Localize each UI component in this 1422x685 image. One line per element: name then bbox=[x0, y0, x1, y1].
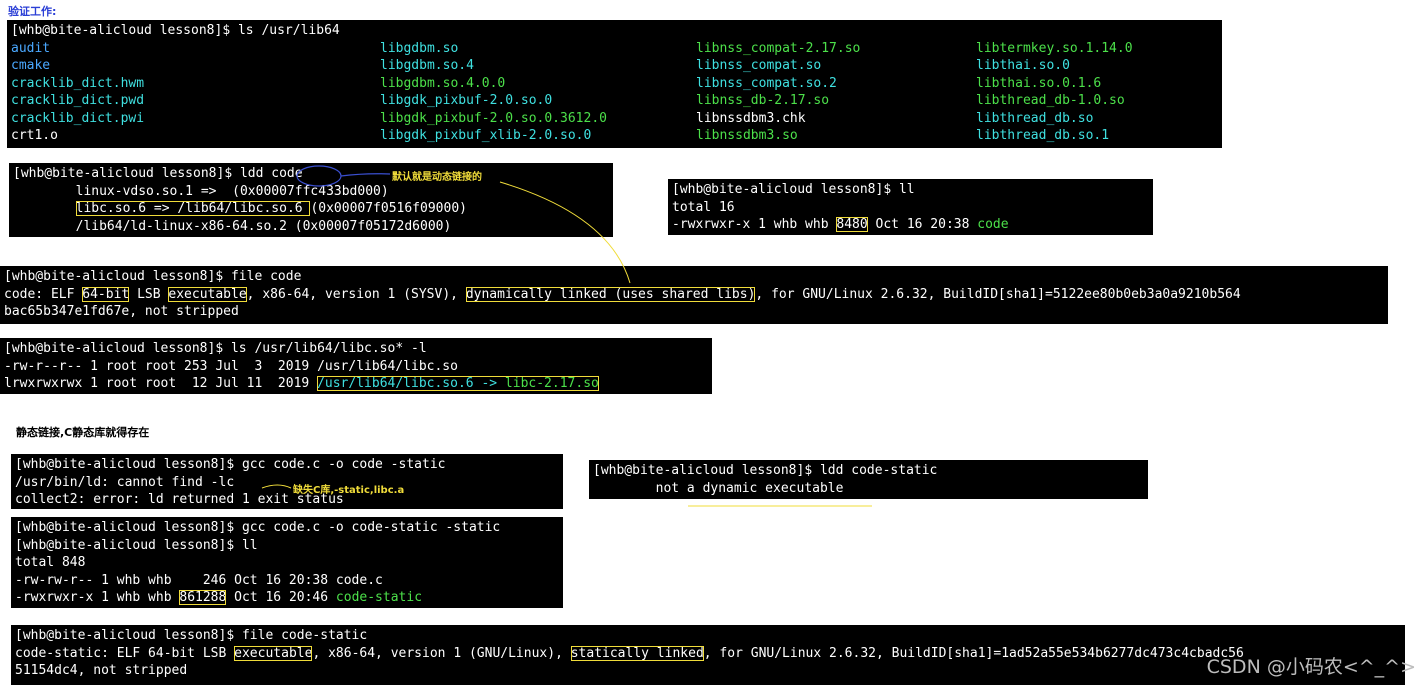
output-line: total 848 bbox=[15, 555, 86, 570]
output-line: linux-vdso.so.1 => (0x00007ffc433bd000) bbox=[13, 183, 389, 199]
prompt-line: [whb@bite-alicloud lesson8]$ ll bbox=[15, 537, 258, 553]
date: Oct 16 20:46 bbox=[226, 590, 336, 605]
file-entry: cracklib_dict.hwm bbox=[11, 75, 145, 91]
terminal-ls-libc[interactable]: [whb@bite-alicloud lesson8]$ ls /usr/lib… bbox=[0, 338, 712, 394]
symlink-name: /usr/lib64/libc.so.6 -> bbox=[317, 376, 505, 391]
prompt-line: [whb@bite-alicloud lesson8]$ file code-s… bbox=[15, 628, 368, 643]
text-segment: lrwxrwxrwx 1 root root 12 Jul 11 2019 bbox=[4, 376, 318, 391]
error-line: /usr/bin/ld: cannot find -lc bbox=[15, 474, 235, 490]
prompt-line: [whb@bite-alicloud lesson8]$ ldd code bbox=[13, 166, 303, 181]
highlight-64bit: 64-bit bbox=[82, 286, 130, 302]
highlight-executable: executable bbox=[168, 286, 247, 302]
listing-column-1: audit cmake cracklib_dict.hwm cracklib_d… bbox=[11, 40, 380, 145]
highlight-size: 861288 bbox=[179, 590, 227, 605]
terminal-gcc-static-ll[interactable]: [whb@bite-alicloud lesson8]$ gcc code.c … bbox=[11, 517, 563, 608]
caption-verify: 验证工作: bbox=[8, 5, 57, 18]
text-segment: code: ELF bbox=[4, 286, 83, 302]
output-line: 51154dc4, not stripped bbox=[15, 663, 188, 678]
dir-entry: cmake bbox=[11, 58, 51, 73]
terminal-ls-lib64[interactable]: [whb@bite-alicloud lesson8]$ ls /usr/lib… bbox=[7, 20, 1222, 148]
highlight-dynamic: dynamically linked (uses shared libs) bbox=[465, 286, 756, 302]
annotation-missing-libc: 缺失C库,-static,libc.a bbox=[293, 485, 405, 496]
output-line: not a dynamic executable bbox=[593, 480, 844, 496]
highlight-symlink: /usr/lib64/libc.so.6 -> libc-2.17.so bbox=[317, 376, 599, 391]
file-entry: libnss_compat.so.2 bbox=[696, 75, 837, 91]
file-entry: libthread_db.so.1 bbox=[976, 128, 1110, 143]
output-line: total 16 bbox=[672, 199, 735, 215]
highlight-executable: executable bbox=[234, 645, 313, 661]
terminal-ll-code[interactable]: [whb@bite-alicloud lesson8]$ ll total 16… bbox=[668, 179, 1153, 235]
date: Oct 16 20:38 bbox=[867, 217, 978, 232]
listing-column-2: libgdbm.so libgdbm.so.4 libgdbm.so.4.0.0… bbox=[380, 40, 696, 145]
annotation-dynamic-default: 默认就是动态链接的 bbox=[392, 172, 482, 183]
terminal-gcc-static-error[interactable]: [whb@bite-alicloud lesson8]$ gcc code.c … bbox=[11, 454, 563, 509]
symlink-target: libc-2.17.so bbox=[504, 376, 599, 391]
file-entry: libgdk_pixbuf_xlib-2.0.so.0 bbox=[380, 128, 592, 143]
file-entry: libthai.so.0 bbox=[976, 58, 1070, 73]
permissions: -rwxrwxr-x 1 whb whb bbox=[672, 217, 837, 232]
prompt-line: [whb@bite-alicloud lesson8]$ file code bbox=[4, 269, 302, 284]
output-line: libc.so.6 => /lib64/libc.so.6 (0x00007f0… bbox=[13, 200, 609, 218]
text-segment: , x86-64, version 1 (GNU/Linux), bbox=[312, 645, 571, 661]
file-entry: libgdbm.so bbox=[380, 40, 459, 56]
permissions: -rwxrwxr-x 1 whb whb bbox=[15, 590, 180, 605]
text-segment: , x86-64, version 1 (SYSV), bbox=[246, 286, 466, 302]
file-entry: libnss_compat.so bbox=[696, 58, 822, 73]
text-segment: LSB bbox=[129, 286, 169, 302]
file-entry: libthai.so.0.1.6 bbox=[976, 75, 1102, 91]
terminal-ldd-code[interactable]: [whb@bite-alicloud lesson8]$ ldd code li… bbox=[9, 163, 613, 237]
file-entry: libthread_db-1.0.so bbox=[976, 93, 1125, 108]
output-line: code: ELF 64-bit LSB executable, x86-64,… bbox=[4, 286, 1384, 304]
prompt-line: [whb@bite-alicloud lesson8]$ gcc code.c … bbox=[15, 457, 446, 472]
highlight-static: statically linked bbox=[570, 645, 704, 661]
file-entry: cracklib_dict.pwi bbox=[11, 110, 145, 126]
output-line: -rwxrwxr-x 1 whb whb 861288 Oct 16 20:46… bbox=[15, 589, 559, 607]
listing-column-4: libtermkey.so.1.14.0 libthai.so.0 libtha… bbox=[976, 40, 1216, 145]
prompt-line: [whb@bite-alicloud lesson8]$ gcc code.c … bbox=[15, 520, 501, 535]
text-segment: , for GNU/Linux 2.6.32, BuildID[sha1]=1a… bbox=[703, 645, 1244, 661]
file-entry: libgdbm.so.4.0.0 bbox=[380, 75, 506, 91]
prompt-line: [whb@bite-alicloud lesson8]$ ll bbox=[672, 182, 915, 197]
prompt-line: [whb@bite-alicloud lesson8]$ ls /usr/lib… bbox=[4, 341, 427, 356]
file-entry: libgdbm.so.4 bbox=[380, 58, 474, 73]
file-entry: libtermkey.so.1.14.0 bbox=[976, 40, 1133, 56]
prompt-line: [whb@bite-alicloud lesson8]$ ls /usr/lib… bbox=[11, 23, 340, 38]
watermark: CSDN @小码农<^_^> bbox=[1206, 656, 1416, 678]
text-segment: , for GNU/Linux 2.6.32, BuildID[sha1]=51… bbox=[755, 286, 1241, 302]
file-entry: libnssdbm3.so bbox=[696, 128, 798, 143]
file-entry: libnss_compat-2.17.so bbox=[696, 40, 861, 56]
output-line: -rw-rw-r-- 1 whb whb 246 Oct 16 20:38 co… bbox=[15, 572, 383, 588]
terminal-file-code-static[interactable]: [whb@bite-alicloud lesson8]$ file code-s… bbox=[11, 625, 1405, 685]
file-name: code-static bbox=[335, 590, 423, 605]
output-line: lrwxrwxrwx 1 root root 12 Jul 11 2019 /u… bbox=[4, 375, 708, 393]
file-entry: cracklib_dict.pwd bbox=[11, 93, 145, 108]
output-line: -rw-r--r-- 1 root root 253 Jul 3 2019 /u… bbox=[4, 358, 458, 374]
file-entry: libgdk_pixbuf-2.0.so.0.3612.0 bbox=[380, 110, 607, 126]
error-line: collect2: error: ld returned 1 exit stat… bbox=[15, 492, 344, 507]
file-entry: libthread_db.so bbox=[976, 110, 1094, 126]
terminal-file-code[interactable]: [whb@bite-alicloud lesson8]$ file code c… bbox=[0, 266, 1388, 324]
file-entry: crt1.o bbox=[11, 128, 58, 143]
highlight-size: 8480 bbox=[836, 217, 868, 232]
file-entry: libnss_db-2.17.so bbox=[696, 93, 830, 108]
file-listing: audit cmake cracklib_dict.hwm cracklib_d… bbox=[11, 40, 1218, 145]
listing-column-3: libnss_compat-2.17.so libnss_compat.so l… bbox=[696, 40, 976, 145]
output-line: bac65b347e1fd67e, not stripped bbox=[4, 304, 239, 319]
file-name: code bbox=[977, 217, 1009, 232]
highlight-libc: libc.so.6 => /lib64/libc.so.6 bbox=[75, 201, 311, 216]
output-line: code-static: ELF 64-bit LSB executable, … bbox=[15, 645, 1401, 663]
address: (0x00007f0516f09000) bbox=[310, 201, 467, 216]
caption-static-linking: 静态链接,C静态库就得存在 bbox=[16, 426, 150, 439]
text-segment: code-static: ELF 64-bit LSB bbox=[15, 645, 235, 661]
file-entry: libgdk_pixbuf-2.0.so.0 bbox=[380, 93, 553, 108]
file-entry: libnssdbm3.chk bbox=[696, 110, 806, 126]
output-line: -rwxrwxr-x 1 whb whb 8480 Oct 16 20:38 c… bbox=[672, 216, 1149, 234]
terminal-ldd-static[interactable]: [whb@bite-alicloud lesson8]$ ldd code-st… bbox=[589, 460, 1148, 499]
prompt-line: [whb@bite-alicloud lesson8]$ ldd code-st… bbox=[593, 463, 938, 478]
dir-entry: audit bbox=[11, 40, 51, 56]
output-line: /lib64/ld-linux-x86-64.so.2 (0x00007f051… bbox=[13, 218, 452, 234]
